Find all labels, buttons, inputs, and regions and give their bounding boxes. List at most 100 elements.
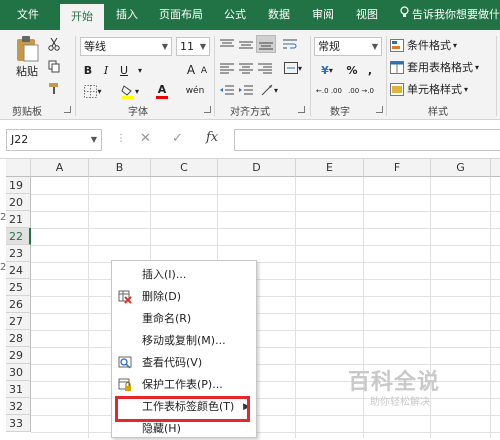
divider [75, 36, 76, 116]
increase-decimal-button[interactable]: ←.0 .00 [314, 83, 344, 99]
comma-button[interactable]: , [362, 61, 378, 79]
font-color-swatch [156, 95, 168, 99]
tab-formulas[interactable]: 公式 [218, 0, 252, 30]
align-right-button[interactable] [256, 60, 274, 76]
row-header-25[interactable]: 25 [6, 279, 31, 296]
cancel-icon[interactable]: ✕ [140, 131, 151, 146]
align-bottom-button[interactable] [256, 35, 276, 53]
decrease-decimal-button[interactable]: .00 →.0 [346, 83, 376, 99]
align-middle-button[interactable] [237, 36, 255, 52]
divider [310, 36, 311, 116]
row-header-26[interactable]: 26 [6, 296, 31, 313]
phonetic-text: wén [185, 86, 205, 96]
borders-button[interactable]: ▾ [80, 82, 106, 100]
row-header-24[interactable]: 24 [6, 262, 31, 279]
row-header-29[interactable]: 29 [6, 347, 31, 364]
column-header-d[interactable]: D [218, 159, 296, 177]
format-as-table-button[interactable]: 套用表格格式 ▾ [390, 58, 498, 76]
row-header-21[interactable]: 21 [6, 211, 31, 228]
grow-font-button[interactable]: A [184, 61, 198, 79]
tab-page-layout[interactable]: 页面布局 [152, 0, 210, 30]
row-header-19[interactable]: 19 [6, 177, 31, 194]
clipboard-launcher-icon[interactable] [64, 106, 71, 113]
column-header-g[interactable]: G [431, 159, 491, 177]
menu-item-move-copy[interactable]: 移动或复制(M)... [112, 330, 256, 352]
align-right-icon [258, 63, 272, 73]
menu-item-protect-sheet[interactable]: 保护工作表(P)... [112, 374, 256, 396]
paste-label: 粘贴 [16, 65, 38, 78]
merge-center-button[interactable]: ▾ [280, 60, 306, 76]
accounting-format-button[interactable]: ¥ ▾ [314, 61, 340, 79]
column-header-h[interactable] [491, 159, 500, 177]
font-color-button[interactable]: A [148, 82, 176, 100]
shrink-font-button[interactable]: A [198, 63, 210, 79]
column-header-a[interactable]: A [31, 159, 89, 177]
tell-me-box[interactable]: 告诉我你想要做什 [400, 0, 500, 30]
phonetic-button[interactable]: wén [182, 82, 208, 100]
column-header-c[interactable]: C [151, 159, 218, 177]
number-launcher-icon[interactable] [376, 106, 383, 113]
menu-item-insert[interactable]: 插入(I)... [112, 264, 256, 286]
gridline [31, 432, 500, 433]
cell-styles-label: 单元格样式 [407, 83, 462, 96]
menu-item-view-code[interactable]: 查看代码(V) [112, 352, 256, 374]
enter-icon[interactable]: ✓ [172, 131, 183, 146]
cell-styles-button[interactable]: 单元格样式 ▾ [390, 80, 490, 98]
gridline [31, 313, 500, 314]
cut-icon[interactable] [46, 36, 62, 52]
chevron-down-icon: ▾ [97, 86, 102, 96]
bold-button[interactable]: B [80, 61, 96, 79]
column-header-f[interactable]: F [364, 159, 431, 177]
underline-dropdown[interactable]: ▾ [134, 61, 146, 79]
alignment-launcher-icon[interactable] [298, 106, 305, 113]
font-size-combo[interactable]: 11 ▼ [176, 37, 210, 56]
align-left-button[interactable] [218, 60, 236, 76]
menu-item-delete[interactable]: 删除(D) [112, 286, 256, 308]
chevron-down-icon: ▾ [273, 85, 278, 95]
decrease-indent-button[interactable] [218, 82, 236, 98]
menu-item-rename[interactable]: 重命名(R) [112, 308, 256, 330]
orientation-button[interactable]: ▾ [256, 82, 282, 98]
row-header-33[interactable]: 33 [6, 415, 31, 432]
tab-home[interactable]: 开始 [60, 4, 104, 30]
insert-function-icon[interactable]: fx [206, 130, 218, 145]
italic-button[interactable]: I [98, 61, 114, 79]
font-launcher-icon[interactable] [204, 106, 211, 113]
gridline [31, 262, 500, 263]
row-header-22[interactable]: 22 [6, 228, 31, 245]
conditional-formatting-button[interactable]: 条件格式 ▾ [390, 36, 490, 54]
chevron-down-icon: ▾ [328, 65, 333, 75]
percent-button[interactable]: % [344, 61, 360, 79]
format-painter-icon[interactable] [46, 80, 62, 96]
tab-view[interactable]: 视图 [350, 0, 384, 30]
row-header-27[interactable]: 27 [6, 313, 31, 330]
align-top-button[interactable] [218, 36, 236, 52]
formula-input[interactable] [234, 129, 500, 151]
fill-color-button[interactable]: ▾ [116, 82, 144, 100]
row-header-32[interactable]: 32 [6, 398, 31, 415]
wrap-text-button[interactable] [280, 36, 300, 52]
increase-indent-button[interactable] [237, 82, 255, 98]
highlight-box [115, 396, 250, 422]
row-header-31[interactable]: 31 [6, 381, 31, 398]
row-header-23[interactable]: 23 [6, 245, 31, 262]
name-box[interactable]: J22 ▼ [6, 129, 102, 151]
divider [496, 36, 497, 116]
column-header-e[interactable]: E [296, 159, 364, 177]
tab-insert[interactable]: 插入 [110, 0, 144, 30]
font-name-value: 等线 [84, 40, 106, 53]
row-header-30[interactable]: 30 [6, 364, 31, 381]
underline-button[interactable]: U [116, 61, 132, 79]
align-center-button[interactable] [237, 60, 255, 76]
row-header-20[interactable]: 20 [6, 194, 31, 211]
tab-review[interactable]: 审阅 [306, 0, 340, 30]
tab-data[interactable]: 数据 [262, 0, 296, 30]
copy-icon[interactable] [46, 58, 62, 74]
row-header-28[interactable]: 28 [6, 330, 31, 347]
tab-file[interactable]: 文件 [6, 0, 50, 30]
paste-button[interactable]: 粘贴 [10, 34, 44, 80]
number-format-combo[interactable]: 常规 ▼ [314, 37, 382, 56]
font-name-combo[interactable]: 等线 ▼ [80, 37, 172, 56]
column-header-b[interactable]: B [89, 159, 151, 177]
select-all-corner[interactable] [6, 159, 31, 177]
